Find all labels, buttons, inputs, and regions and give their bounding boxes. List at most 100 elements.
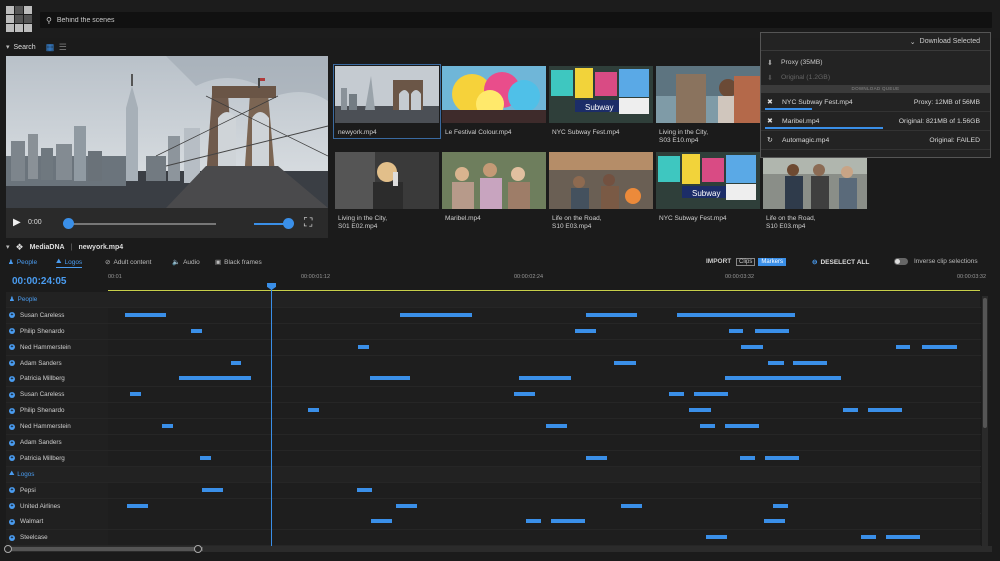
clip-segment[interactable] [689,408,711,413]
scrollbar-thumb[interactable] [983,298,987,428]
result-thumbnail[interactable]: Subway NYC Subway Fest.mp4 [549,66,653,137]
track-lane[interactable] [108,323,980,339]
clip-segment[interactable] [200,455,211,460]
seek-bar[interactable] [66,223,216,225]
track-lane[interactable] [108,307,980,323]
clip-segment[interactable] [886,535,920,540]
add-clip-icon[interactable]: + [9,455,15,462]
clip-segment[interactable] [765,455,799,460]
track-lane[interactable] [108,498,980,514]
download-queue-item[interactable]: ✖ NYC Subway Fest.mp4 Proxy: 12MB of 56MB [761,93,990,112]
add-clip-icon[interactable]: + [9,518,15,525]
add-clip-icon[interactable]: + [9,328,15,335]
track-row[interactable]: + Susan Careless [6,307,981,324]
track-lane[interactable] [108,450,980,466]
clip-segment[interactable] [551,519,585,524]
timeline-ruler[interactable]: 00:01 00:00:01:12 00:00:02:24 00:00:03:32 00… [108,272,986,292]
tab-black-frames[interactable]: ▣ Black frames [215,258,262,267]
close-icon[interactable]: ✖ [767,117,782,125]
clip-segment[interactable] [922,344,957,349]
clip-segment[interactable] [575,328,596,333]
clip-segment[interactable] [546,424,567,429]
seek-handle[interactable] [63,218,74,229]
track-lane[interactable] [108,514,980,530]
track-row[interactable]: + Philip Shenardo [6,323,981,340]
result-thumbnail[interactable]: Life on the Road, S10 E03.mp4 [549,152,653,231]
track-row[interactable]: + Adam Sanders [6,355,981,372]
clip-segment[interactable] [130,392,141,397]
clip-segment[interactable] [202,487,223,492]
grid-view-icon[interactable]: ▦ [46,42,55,52]
track-lane[interactable] [108,530,980,546]
clip-segment[interactable] [793,360,827,365]
clip-segment[interactable] [396,503,417,508]
track-category[interactable]: ♟ People [6,292,981,308]
tab-audio[interactable]: 🔈 Audio [172,258,200,267]
result-thumbnail[interactable]: Subway NYC Subway Fest.mp4 [656,152,760,223]
add-clip-icon[interactable]: + [9,487,15,494]
play-icon[interactable]: ▶ [13,217,21,228]
clip-segment[interactable] [740,455,755,460]
track-row[interactable]: + Philip Shenardo [6,403,981,420]
collapse-chevron-icon[interactable]: ▾ [6,243,10,251]
result-thumbnail[interactable]: newyork.mp4 [333,64,441,139]
zoom-end-handle[interactable] [194,545,202,553]
download-queue-item[interactable]: ↻ Automagic.mp4 Original: FAILED [761,131,990,150]
track-row[interactable]: + United Airlines [6,498,981,515]
clip-segment[interactable] [764,519,785,524]
add-clip-icon[interactable]: + [9,344,15,351]
track-row[interactable]: + Ned Hammerstein [6,419,981,436]
clip-segment[interactable] [843,408,858,413]
clip-segment[interactable] [400,312,472,317]
inverse-selection-toggle[interactable] [894,258,908,265]
track-row[interactable]: + Susan Careless [6,387,981,404]
track-lane[interactable] [108,387,980,403]
clip-segment[interactable] [861,535,876,540]
tab-logos[interactable]: ⛰ Logos [56,258,83,268]
add-clip-icon[interactable]: + [9,534,15,541]
track-row[interactable]: + Patricia Millberg [6,371,981,388]
clip-segment[interactable] [526,519,541,524]
add-clip-icon[interactable]: + [9,360,15,367]
clip-segment[interactable] [162,424,173,429]
clip-segment[interactable] [677,312,795,317]
track-lane[interactable] [108,355,980,371]
download-option-proxy[interactable]: ⬇ Proxy (35MB) [761,55,990,70]
clip-segment[interactable] [191,328,202,333]
add-clip-icon[interactable]: + [9,391,15,398]
download-queue-item[interactable]: ✖ Maribel.mp4 Original: 821MB of 1.56GB [761,112,990,131]
clip-segment[interactable] [179,376,251,381]
track-lane[interactable] [108,466,980,482]
tab-adult-content[interactable]: ⊘ Adult content [105,258,151,267]
clip-segment[interactable] [519,376,571,381]
clip-segment[interactable] [127,503,148,508]
clip-segment[interactable] [357,487,372,492]
add-clip-icon[interactable]: + [9,375,15,382]
track-category[interactable]: ⛰ Logos [6,466,981,483]
track-row[interactable]: + Walmart [6,514,981,531]
add-clip-icon[interactable]: + [9,423,15,430]
collapse-chevron-icon[interactable]: ▾ [6,43,10,51]
clip-segment[interactable] [669,392,684,397]
clip-segment[interactable] [125,312,166,317]
timeline-vertical-scrollbar[interactable] [982,296,988,546]
markers-toggle[interactable]: Markers [758,258,787,266]
clips-toggle[interactable]: Clips [736,258,756,266]
download-selected-button[interactable]: ⌄ Download Selected [761,33,990,51]
track-lane[interactable] [108,292,980,307]
clip-segment[interactable] [358,344,369,349]
volume-handle[interactable] [283,218,294,229]
clip-segment[interactable] [868,408,902,413]
clip-segment[interactable] [700,424,715,429]
add-clip-icon[interactable]: + [9,439,15,446]
track-row[interactable]: + Pepsi [6,482,981,499]
clip-segment[interactable] [586,455,607,460]
track-row[interactable]: + Patricia Millberg [6,450,981,467]
clip-segment[interactable] [741,344,763,349]
clip-segment[interactable] [725,424,759,429]
fullscreen-icon[interactable]: ⛶ [304,215,312,230]
clip-segment[interactable] [514,392,535,397]
add-clip-icon[interactable]: + [9,312,15,319]
clip-segment[interactable] [614,360,636,365]
add-clip-icon[interactable]: + [9,407,15,414]
